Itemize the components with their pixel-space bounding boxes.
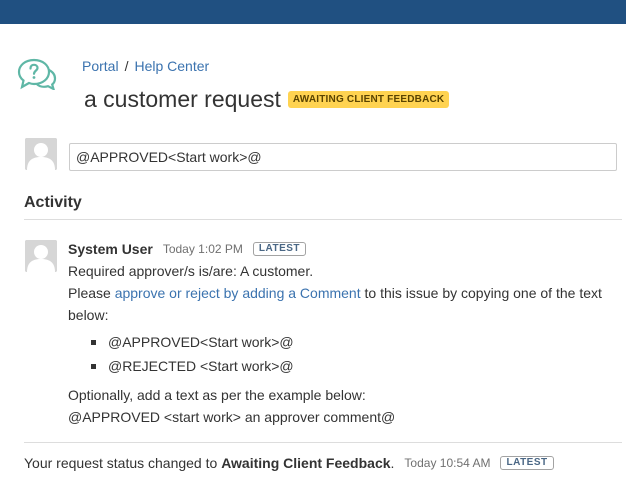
entry-timestamp: Today 1:02 PM (162, 242, 243, 256)
status-divider (24, 442, 622, 443)
breadcrumb-separator: / (124, 58, 129, 74)
activity-divider (24, 219, 622, 220)
author-name: System User (68, 241, 153, 257)
page-title: a customer request (84, 86, 281, 112)
latest-badge: LATEST (500, 456, 554, 470)
list-item: @REJECTED <Start work>@ (91, 354, 618, 378)
activity-heading: Activity (24, 194, 82, 211)
latest-badge: LATEST (252, 242, 307, 256)
comment-input[interactable] (69, 143, 617, 171)
approve-reject-link[interactable]: approve or reject by adding a Comment (115, 285, 361, 301)
entry-line-optional: Optionally, add a text as per the exampl… (68, 387, 366, 403)
status-change-suffix: . (390, 455, 395, 471)
user-avatar-icon (25, 240, 57, 272)
status-change-value: Awaiting Client Feedback (221, 455, 391, 471)
breadcrumb-help-center-link[interactable]: Help Center (134, 58, 209, 74)
approval-options-list: @APPROVED<Start work>@ @REJECTED <Start … (68, 330, 618, 378)
status-change-entry: Your request status changed to Awaiting … (24, 455, 554, 471)
entry-line-example: @APPROVED <start work> an approver comme… (68, 409, 396, 425)
help-center-icon (17, 58, 57, 92)
breadcrumb: Portal / Help Center (82, 58, 209, 74)
activity-entry-header: System User Today 1:02 PM LATEST (68, 240, 618, 258)
instructions-prefix: Please (68, 285, 115, 301)
entry-line-instructions: Please approve or reject by adding a Com… (68, 282, 618, 326)
breadcrumb-portal-link[interactable]: Portal (82, 58, 119, 74)
list-item: @APPROVED<Start work>@ (91, 330, 618, 354)
request-title-row: a customer request AWAITING CLIENT FEEDB… (84, 86, 450, 113)
status-badge: AWAITING CLIENT FEEDBACK (287, 91, 450, 108)
user-avatar-icon (25, 138, 57, 170)
status-change-timestamp: Today 10:54 AM (404, 456, 491, 470)
entry-line-approvers: Required approver/s is/are: A customer. (68, 263, 314, 279)
status-change-prefix: Your request status changed to (24, 455, 222, 471)
top-navigation-bar (0, 0, 626, 24)
activity-entry: System User Today 1:02 PM LATEST Require… (68, 240, 618, 428)
